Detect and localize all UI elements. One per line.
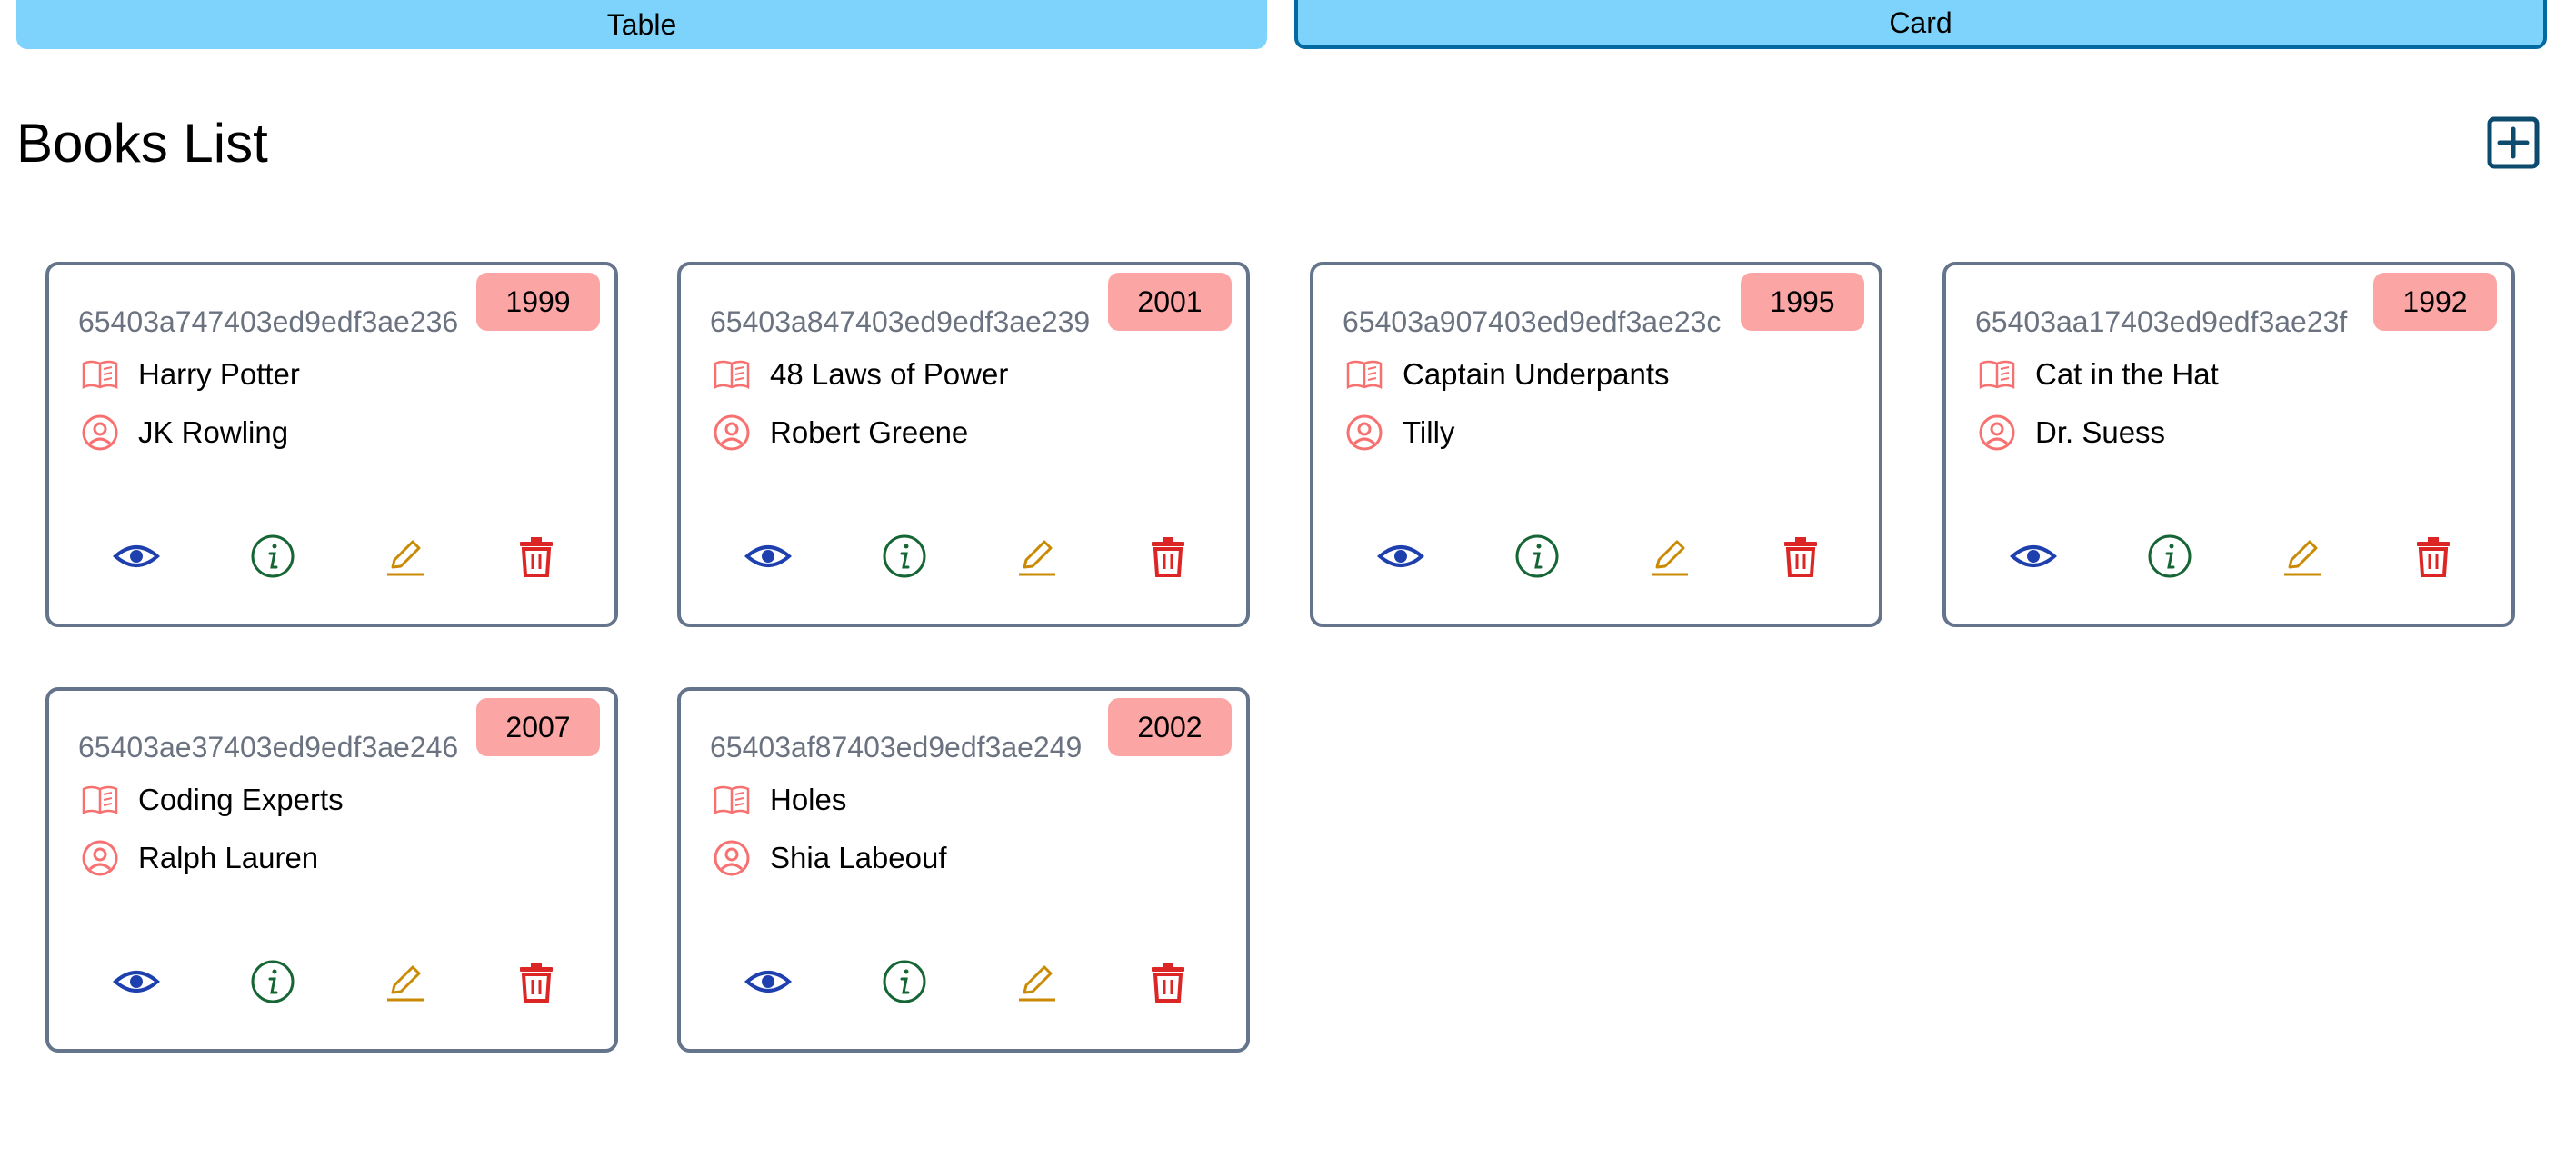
edit-button[interactable] (1642, 529, 1697, 584)
info-button[interactable] (1510, 529, 1564, 584)
book-open-icon (82, 785, 118, 815)
book-open-icon (714, 785, 750, 815)
book-author: Tilly (1403, 415, 1455, 449)
eye-icon (744, 545, 792, 567)
user-circle-icon (82, 414, 118, 451)
book-card: 2002 65403af87403ed9edf3ae249 Holes Shia… (677, 687, 1250, 1053)
eye-icon (1377, 545, 1424, 567)
book-title: Captain Underpants (1403, 357, 1670, 391)
book-id: 65403af87403ed9edf3ae249 (710, 731, 1083, 764)
trash-icon (520, 537, 553, 577)
info-circle-icon (251, 534, 295, 578)
book-card: 2001 65403a847403ed9edf3ae239 48 Laws of… (677, 262, 1250, 627)
delete-button[interactable] (509, 954, 564, 1009)
eye-icon (113, 545, 160, 567)
view-button[interactable] (109, 954, 164, 1009)
book-id: 65403aa17403ed9edf3ae23f (1975, 305, 2348, 338)
delete-button[interactable] (2406, 529, 2461, 584)
delete-button[interactable] (1141, 954, 1195, 1009)
eye-icon (2010, 545, 2057, 567)
info-button[interactable] (877, 954, 932, 1009)
year-badge: 1992 (2373, 273, 2497, 331)
info-circle-icon (251, 960, 295, 1003)
info-button[interactable] (245, 954, 300, 1009)
edit-button[interactable] (1010, 529, 1064, 584)
user-circle-icon (82, 840, 118, 876)
book-card: 1992 65403aa17403ed9edf3ae23f Cat in the… (1942, 262, 2515, 627)
eye-icon (113, 971, 160, 993)
book-id: 65403a847403ed9edf3ae239 (710, 305, 1091, 338)
book-title: Cat in the Hat (2035, 357, 2219, 391)
year-badge: 2001 (1108, 273, 1232, 331)
info-button[interactable] (2142, 529, 2197, 584)
year-badge: 1999 (476, 273, 600, 331)
card-view-button[interactable]: Card (1294, 0, 2547, 49)
info-button[interactable] (245, 529, 300, 584)
book-id: 65403a907403ed9edf3ae23c (1343, 305, 1722, 338)
page-title: Books List (16, 113, 268, 174)
user-circle-icon (714, 414, 750, 451)
info-button[interactable] (877, 529, 932, 584)
book-author: Dr. Suess (2035, 415, 2166, 449)
trash-icon (2417, 537, 2450, 577)
book-author: Robert Greene (770, 415, 969, 449)
book-card: 1995 65403a907403ed9edf3ae23c Captain Un… (1310, 262, 1882, 627)
user-circle-icon (1979, 414, 2015, 451)
year-badge: 2007 (476, 698, 600, 756)
book-open-icon (82, 360, 118, 390)
view-button[interactable] (741, 529, 795, 584)
delete-button[interactable] (1773, 529, 1828, 584)
table-view-button[interactable]: Table (16, 0, 1267, 49)
edit-button[interactable] (2275, 529, 2330, 584)
pencil-icon (1652, 540, 1688, 576)
plus-square-icon (2487, 116, 2540, 169)
delete-button[interactable] (1141, 529, 1195, 584)
user-circle-icon (1346, 414, 1383, 451)
pencil-icon (2284, 540, 2321, 576)
trash-icon (520, 963, 553, 1003)
delete-button[interactable] (509, 529, 564, 584)
book-author: Ralph Lauren (138, 841, 319, 874)
trash-icon (1152, 537, 1184, 577)
edit-button[interactable] (378, 529, 433, 584)
book-title: Coding Experts (138, 783, 344, 816)
book-open-icon (1346, 360, 1383, 390)
edit-button[interactable] (1010, 954, 1064, 1009)
trash-icon (1784, 537, 1817, 577)
view-button[interactable] (109, 529, 164, 584)
user-circle-icon (714, 840, 750, 876)
info-circle-icon (883, 960, 926, 1003)
book-id: 65403a747403ed9edf3ae236 (78, 305, 459, 338)
eye-icon (744, 971, 792, 993)
edit-button[interactable] (378, 954, 433, 1009)
pencil-icon (1019, 540, 1055, 576)
info-circle-icon (883, 534, 926, 578)
view-button[interactable] (741, 954, 795, 1009)
pencil-icon (387, 965, 424, 1002)
add-book-button[interactable] (2487, 116, 2540, 169)
year-badge: 1995 (1741, 273, 1864, 331)
view-button[interactable] (2006, 529, 2061, 584)
book-card: 1999 65403a747403ed9edf3ae236 Harry Pott… (45, 262, 618, 627)
pencil-icon (1019, 965, 1055, 1002)
book-open-icon (714, 360, 750, 390)
book-title: Holes (770, 783, 847, 816)
book-title: Harry Potter (138, 357, 300, 391)
book-author: JK Rowling (138, 415, 289, 449)
book-open-icon (1979, 360, 2015, 390)
year-badge: 2002 (1108, 698, 1232, 756)
info-circle-icon (1515, 534, 1559, 578)
book-id: 65403ae37403ed9edf3ae246 (78, 731, 459, 764)
book-title: 48 Laws of Power (770, 357, 1009, 391)
trash-icon (1152, 963, 1184, 1003)
book-card: 2007 65403ae37403ed9edf3ae246 Coding Exp… (45, 687, 618, 1053)
info-circle-icon (2148, 534, 2192, 578)
book-author: Shia Labeouf (770, 841, 947, 874)
view-button[interactable] (1373, 529, 1428, 584)
pencil-icon (387, 540, 424, 576)
